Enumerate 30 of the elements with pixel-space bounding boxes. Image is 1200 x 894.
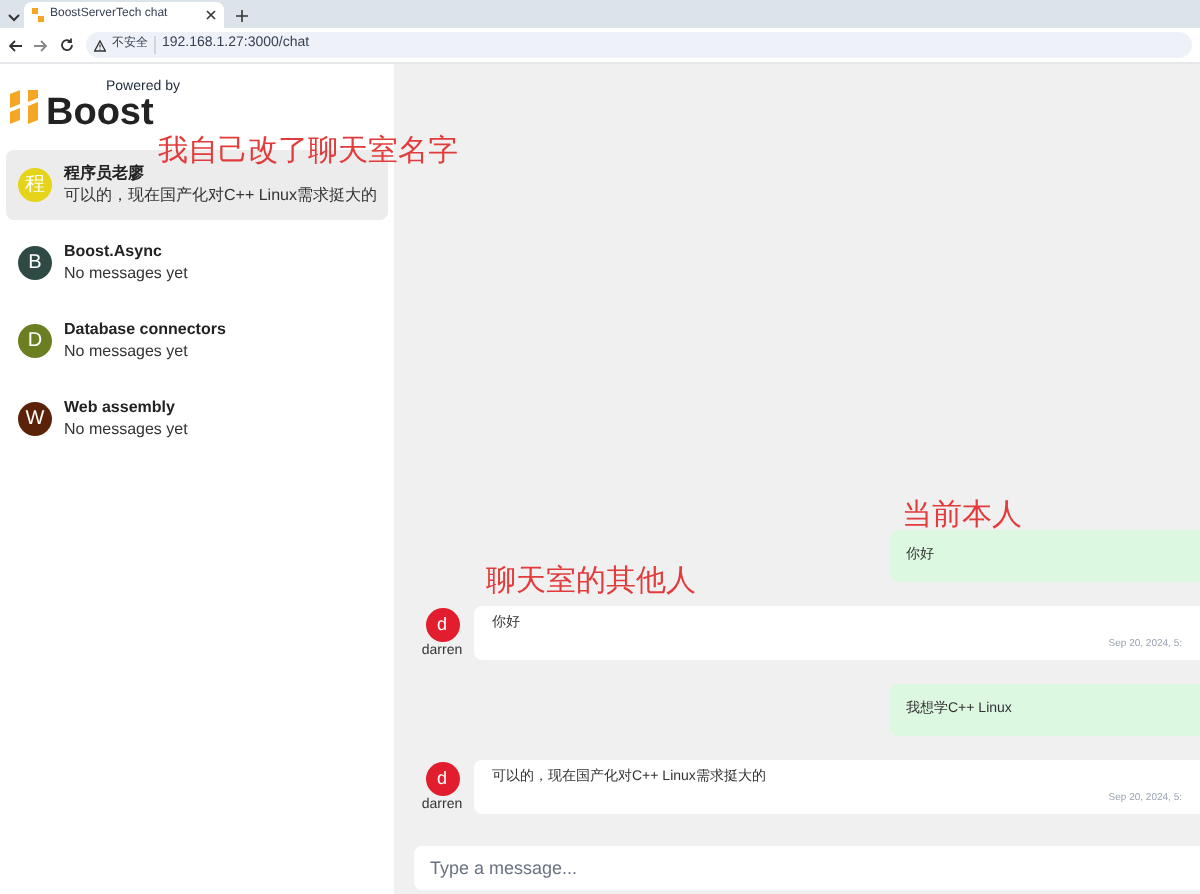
room-name: Web assembly bbox=[64, 400, 177, 416]
room-name: Boost.Async bbox=[64, 244, 164, 260]
last-message-preview: No messages yet bbox=[64, 344, 190, 360]
user-avatar: d bbox=[425, 608, 459, 642]
forward-icon[interactable] bbox=[34, 39, 48, 51]
avatar: 程 bbox=[18, 168, 52, 202]
close-icon[interactable] bbox=[206, 10, 216, 20]
plus-icon[interactable] bbox=[236, 10, 248, 22]
avatar: B bbox=[18, 246, 52, 280]
last-message-preview: No messages yet bbox=[64, 266, 188, 282]
annotation-text: 当前本人 bbox=[902, 500, 1022, 530]
back-icon[interactable] bbox=[8, 39, 22, 51]
logo-icon bbox=[10, 89, 38, 123]
message-input[interactable]: Type a message... bbox=[414, 846, 1200, 890]
chat-room-item[interactable]: B Boost.Async No messages yet bbox=[6, 228, 388, 298]
logo-icon bbox=[32, 8, 44, 22]
avatar: W bbox=[18, 402, 52, 436]
brand-name: Boost bbox=[46, 94, 156, 132]
chat-room-item[interactable]: D Database connectors No messages yet bbox=[6, 306, 388, 376]
room-name: 程序员老廖 bbox=[64, 166, 146, 182]
last-message-preview: No messages yet bbox=[64, 422, 188, 438]
chat-room-item[interactable]: W Web assembly No messages yet bbox=[6, 384, 388, 454]
chevron-down-icon[interactable] bbox=[8, 14, 20, 22]
avatar: D bbox=[18, 324, 52, 358]
warning-icon bbox=[94, 39, 106, 51]
annotation-text: 聊天室的其他人 bbox=[486, 566, 696, 596]
room-name: Database connectors bbox=[64, 322, 226, 338]
user-avatar: d bbox=[425, 762, 459, 796]
last-message-preview: 可以的，现在国产化对C++ Linux需求挺大的 bbox=[64, 188, 377, 204]
reload-icon[interactable] bbox=[60, 38, 74, 52]
